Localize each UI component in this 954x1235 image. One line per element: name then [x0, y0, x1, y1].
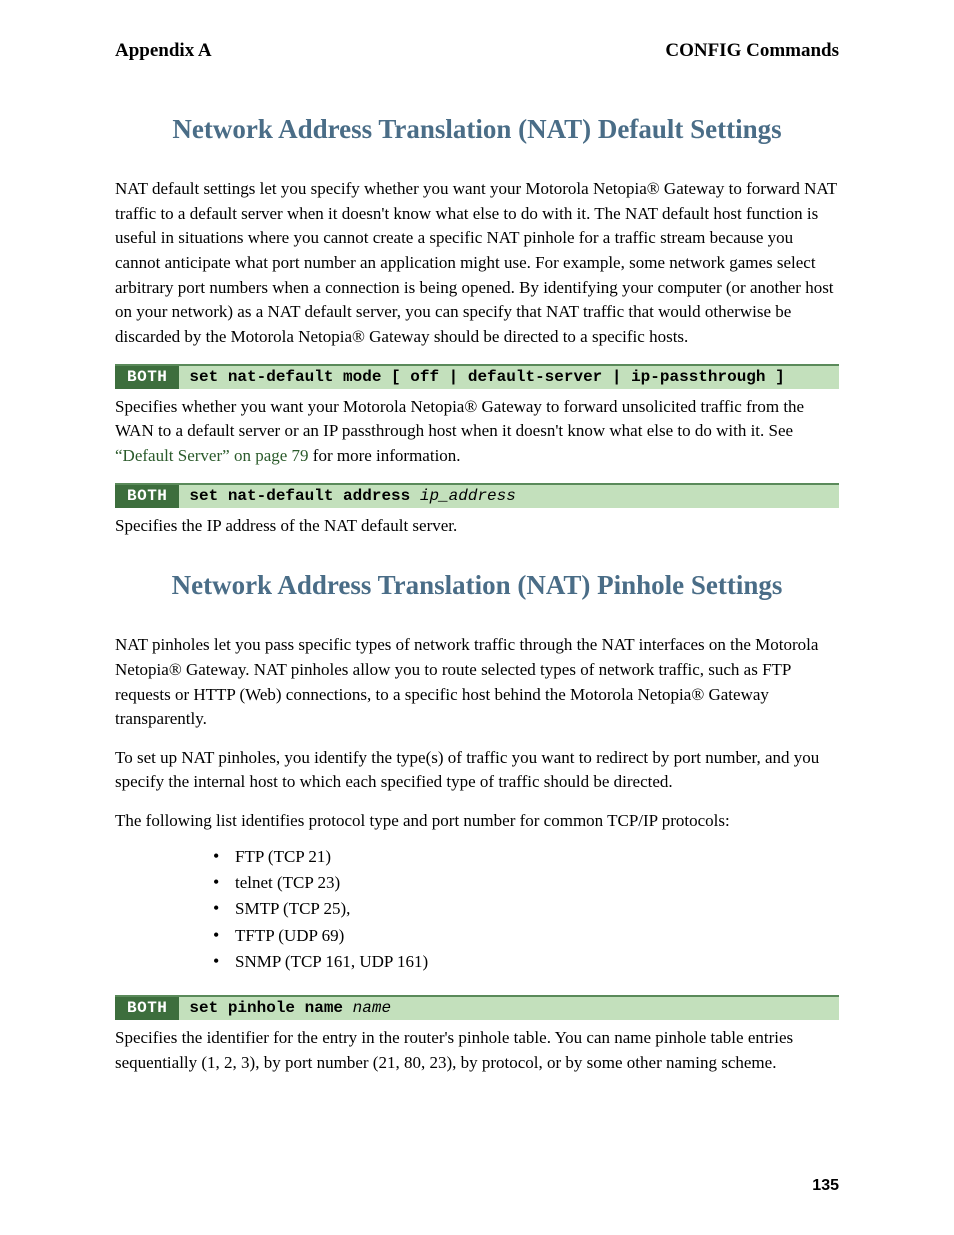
command-scope-badge: BOTH — [115, 366, 179, 389]
command-description-nat-default-mode: Specifies whether you want your Motorola… — [115, 395, 839, 469]
page-header: Appendix A CONFIG Commands — [115, 40, 839, 62]
command-text: set nat-default address ip_address — [179, 485, 515, 508]
command-text-literal: set pinhole name — [189, 999, 352, 1017]
protocol-port-list: FTP (TCP 21) telnet (TCP 23) SMTP (TCP 2… — [115, 844, 839, 976]
cmd-desc-prefix: Specifies whether you want your Motorola… — [115, 397, 804, 441]
list-item: SMTP (TCP 25), — [235, 896, 839, 922]
list-item: telnet (TCP 23) — [235, 870, 839, 896]
cmd-desc-pageref[interactable]: on page 79 — [230, 446, 309, 465]
section-title-nat-default: Network Address Translation (NAT) Defaul… — [115, 112, 839, 147]
page-number: 135 — [812, 1177, 839, 1195]
command-text-arg: name — [353, 999, 391, 1017]
command-block-pinhole-name: BOTHset pinhole name name — [115, 995, 839, 1020]
nat-pinhole-intro-1: NAT pinholes let you pass specific types… — [115, 633, 839, 732]
cmd-desc-link[interactable]: “Default Server” — [115, 446, 230, 465]
header-left: Appendix A — [115, 40, 212, 62]
list-item: SNMP (TCP 161, UDP 161) — [235, 949, 839, 975]
command-block-nat-default-mode: BOTHset nat-default mode [ off | default… — [115, 364, 839, 389]
command-text-literal: set nat-default address — [189, 487, 419, 505]
header-right: CONFIG Commands — [665, 40, 839, 62]
list-item: TFTP (UDP 69) — [235, 923, 839, 949]
command-text: set nat-default mode [ off | default-ser… — [179, 366, 784, 389]
command-scope-badge: BOTH — [115, 997, 179, 1020]
command-block-nat-default-address: BOTHset nat-default address ip_address — [115, 483, 839, 508]
nat-pinhole-intro-2: To set up NAT pinholes, you identify the… — [115, 746, 839, 795]
command-description-pinhole-name: Specifies the identifier for the entry i… — [115, 1026, 839, 1075]
nat-default-intro: NAT default settings let you specify whe… — [115, 177, 839, 349]
cmd-desc-suffix: for more information. — [309, 446, 461, 465]
command-text-arg: ip_address — [420, 487, 516, 505]
command-scope-badge: BOTH — [115, 485, 179, 508]
command-description-nat-default-address: Specifies the IP address of the NAT defa… — [115, 514, 839, 539]
nat-pinhole-intro-3: The following list identifies protocol t… — [115, 809, 839, 834]
command-text: set pinhole name name — [179, 997, 391, 1020]
list-item: FTP (TCP 21) — [235, 844, 839, 870]
section-title-nat-pinhole: Network Address Translation (NAT) Pinhol… — [115, 568, 839, 603]
